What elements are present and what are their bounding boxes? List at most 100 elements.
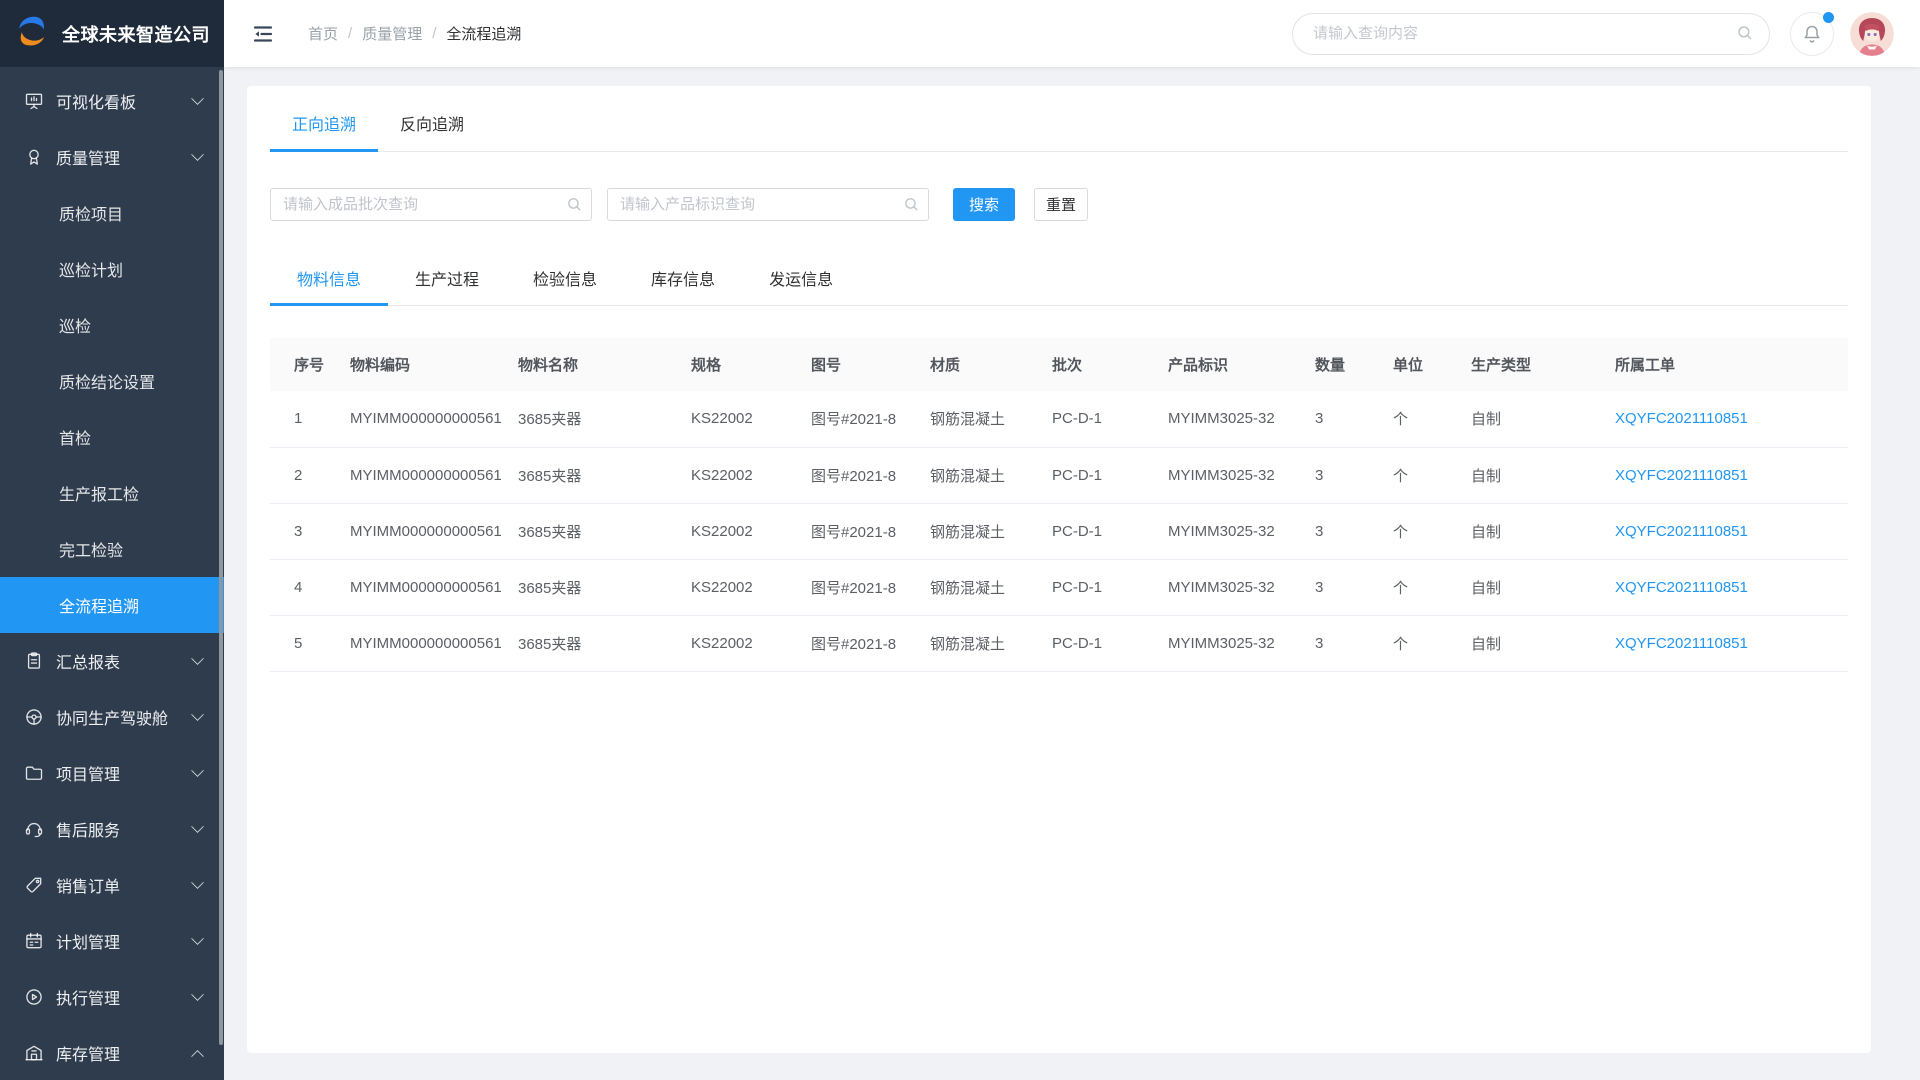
sidebar-item-16[interactable]: 计划管理 (0, 913, 224, 969)
chevron-down-icon (191, 876, 204, 889)
sidebar-item-11[interactable]: 汇总报表 (0, 633, 224, 689)
info-tab-3[interactable]: 检验信息 (506, 251, 624, 306)
table-cell: 自制 (1447, 615, 1591, 671)
sidebar-item-6[interactable]: 质检结论设置 (0, 353, 224, 409)
breadcrumb-quality[interactable]: 质量管理 (362, 23, 422, 44)
material-table: 序号物料编码物料名称规格图号材质批次产品标识数量单位生产类型所属工单 1MYIM… (270, 338, 1848, 672)
sidebar: 全球未来智造公司 可视化看板质量管理质检项目巡检计划巡检质检结论设置首检生产报工… (0, 0, 224, 1080)
table-cell: 钢筋混凝土 (906, 447, 1028, 503)
sidebar-collapse-icon[interactable] (250, 21, 276, 47)
chevron-up-icon (191, 1049, 204, 1062)
global-search-input[interactable] (1292, 13, 1770, 55)
work-order-link[interactable]: XQYFC2021110851 (1615, 410, 1748, 427)
table-cell: 个 (1369, 447, 1447, 503)
trace-tab-2[interactable]: 反向追溯 (378, 94, 486, 152)
trace-card: 正向追溯反向追溯 搜索 重置 物料信息生 (247, 86, 1871, 1053)
table-cell: MYIMM000000000561 (326, 559, 494, 615)
info-tab-5[interactable]: 发运信息 (742, 251, 860, 306)
filter-bar: 搜索 重置 (270, 188, 1848, 221)
sidebar-menu: 可视化看板质量管理质检项目巡检计划巡检质检结论设置首检生产报工检完工检验全流程追… (0, 67, 224, 1080)
table-body: 1MYIMM0000000005613685夹器KS22002图号#2021-8… (270, 391, 1848, 671)
table-cell: KS22002 (667, 447, 787, 503)
search-icon (903, 196, 920, 218)
work-order-link[interactable]: XQYFC2021110851 (1615, 467, 1748, 484)
table-cell: 3685夹器 (494, 391, 667, 447)
sidebar-item-1[interactable]: 可视化看板 (0, 73, 224, 129)
sidebar-item-13[interactable]: 项目管理 (0, 745, 224, 801)
table-cell: 个 (1369, 503, 1447, 559)
sidebar-item-9[interactable]: 完工检验 (0, 521, 224, 577)
column-header: 数量 (1291, 338, 1369, 391)
column-header: 生产类型 (1447, 338, 1591, 391)
table-cell: 自制 (1447, 503, 1591, 559)
table-cell: 3 (1291, 559, 1369, 615)
table-cell: 1 (270, 391, 326, 447)
info-tab-2[interactable]: 生产过程 (388, 251, 506, 306)
table-cell: 个 (1369, 391, 1447, 447)
work-order-link[interactable]: XQYFC2021110851 (1615, 579, 1748, 596)
chevron-down-icon (191, 652, 204, 665)
sidebar-item-label: 可视化看板 (56, 89, 136, 113)
table-cell: 个 (1369, 559, 1447, 615)
table-cell: 3 (1291, 503, 1369, 559)
sidebar-item-14[interactable]: 售后服务 (0, 801, 224, 857)
sidebar-item-8[interactable]: 生产报工检 (0, 465, 224, 521)
table-cell: XQYFC2021110851 (1591, 559, 1848, 615)
search-icon[interactable] (1736, 24, 1754, 47)
search-icon (566, 196, 583, 218)
sidebar-item-4[interactable]: 巡检计划 (0, 241, 224, 297)
info-tabs: 物料信息生产过程检验信息库存信息发运信息 (270, 251, 1848, 306)
trace-tab-1[interactable]: 正向追溯 (270, 94, 378, 152)
sales-icon (24, 875, 44, 895)
product-search-input[interactable] (607, 188, 929, 221)
table-cell: 个 (1369, 615, 1447, 671)
notification-badge (1823, 12, 1834, 23)
table-cell: 4 (270, 559, 326, 615)
info-tab-4[interactable]: 库存信息 (624, 251, 742, 306)
reset-button[interactable]: 重置 (1034, 188, 1088, 221)
table-cell: 钢筋混凝土 (906, 615, 1028, 671)
table-cell: KS22002 (667, 615, 787, 671)
chevron-down-icon (191, 92, 204, 105)
notification-button[interactable] (1790, 12, 1834, 56)
sidebar-item-10[interactable]: 全流程追溯 (0, 577, 224, 633)
sidebar-item-18[interactable]: 库存管理 (0, 1025, 224, 1080)
sidebar-item-label: 售后服务 (56, 817, 120, 841)
breadcrumb-home[interactable]: 首页 (308, 23, 338, 44)
sidebar-item-3[interactable]: 质检项目 (0, 185, 224, 241)
sidebar-item-label: 质检项目 (59, 201, 123, 225)
work-order-link[interactable]: XQYFC2021110851 (1615, 635, 1748, 652)
work-order-link[interactable]: XQYFC2021110851 (1615, 523, 1748, 540)
user-avatar[interactable] (1850, 12, 1894, 56)
column-header: 物料编码 (326, 338, 494, 391)
sidebar-item-label: 库存管理 (56, 1041, 120, 1065)
batch-search-field (270, 188, 592, 221)
table-cell: 钢筋混凝土 (906, 503, 1028, 559)
company-name: 全球未来智造公司 (62, 21, 210, 47)
search-button[interactable]: 搜索 (953, 188, 1015, 221)
execute-icon (24, 987, 44, 1007)
table-cell: 自制 (1447, 391, 1591, 447)
report-icon (24, 651, 44, 671)
breadcrumb-separator: / (348, 25, 352, 42)
info-tab-1[interactable]: 物料信息 (270, 251, 388, 306)
table-cell: 2 (270, 447, 326, 503)
table-cell: 自制 (1447, 559, 1591, 615)
sidebar-item-15[interactable]: 销售订单 (0, 857, 224, 913)
sidebar-item-17[interactable]: 执行管理 (0, 969, 224, 1025)
chevron-down-icon (191, 764, 204, 777)
column-header: 序号 (270, 338, 326, 391)
chevron-down-icon (191, 932, 204, 945)
sidebar-item-5[interactable]: 巡检 (0, 297, 224, 353)
sidebar-item-2[interactable]: 质量管理 (0, 129, 224, 185)
batch-search-input[interactable] (270, 188, 592, 221)
sidebar-item-7[interactable]: 首检 (0, 409, 224, 465)
column-header: 图号 (787, 338, 906, 391)
column-header: 所属工单 (1591, 338, 1848, 391)
sidebar-item-12[interactable]: 协同生产驾驶舱 (0, 689, 224, 745)
sidebar-scrollbar[interactable] (219, 70, 223, 1045)
table-cell: PC-D-1 (1028, 503, 1144, 559)
table-row: 4MYIMM0000000005613685夹器KS22002图号#2021-8… (270, 559, 1848, 615)
company-logo-icon (14, 12, 52, 55)
sidebar-item-label: 巡检计划 (59, 257, 123, 281)
